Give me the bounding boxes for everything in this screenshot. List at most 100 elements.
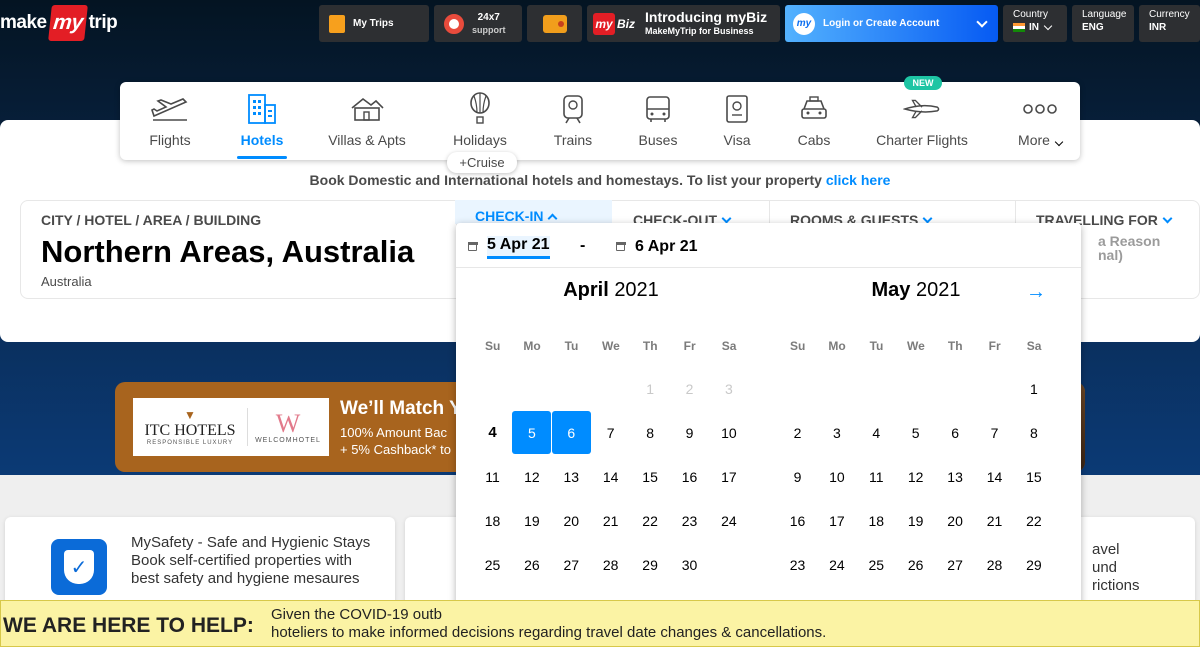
calendar-day[interactable]: 16 <box>670 455 709 498</box>
support-line1: 24x7 <box>477 11 500 23</box>
villa-icon <box>348 92 386 126</box>
calendar-day[interactable]: 14 <box>591 455 630 498</box>
weekday-label: Su <box>485 339 501 353</box>
calendar-day[interactable]: 21 <box>975 499 1014 542</box>
city-field[interactable]: CITY / HOTEL / AREA / BUILDING Northern … <box>21 201 456 298</box>
calendar-day[interactable]: 26 <box>896 543 935 586</box>
calendar-day[interactable]: 19 <box>512 499 551 542</box>
calendar-day[interactable]: 17 <box>817 499 856 542</box>
wallet-button[interactable] <box>527 5 582 42</box>
nav-hotels[interactable]: Hotels <box>237 82 287 160</box>
calendar-day[interactable]: 8 <box>631 411 670 454</box>
calendar-day[interactable]: 28 <box>975 543 1014 586</box>
mybiz-button[interactable]: my Biz Introducing myBiz MakeMyTrip for B… <box>587 5 780 42</box>
checkout-date-value: 6 Apr 21 <box>635 238 698 255</box>
login-button[interactable]: my Login or Create Account <box>785 5 998 42</box>
weekday-label: Mo <box>828 339 846 353</box>
calendar-day[interactable]: 21 <box>591 499 630 542</box>
weekday-label: Mo <box>523 339 541 353</box>
chevron-down-icon <box>1054 137 1064 147</box>
calendar-day[interactable]: 3 <box>817 411 856 454</box>
makemytrip-logo[interactable]: make my trip <box>0 5 118 41</box>
weekday-label: Th <box>947 339 963 353</box>
checkin-date-input[interactable]: 5 Apr 21 <box>467 233 550 261</box>
chevron-down-icon <box>976 15 988 28</box>
calendar-day[interactable]: 11 <box>857 455 896 498</box>
weekday-label: Fr <box>988 339 1001 353</box>
wallet-icon <box>542 14 567 33</box>
calendar-day[interactable]: 12 <box>512 455 551 498</box>
list-property-link[interactable]: click here <box>826 172 891 188</box>
month-may: May 2021 Su Mo Tu We Th Fr Sa 1 2 3 4 5 6 7 8 9 10 11 12 1… <box>778 279 1054 617</box>
my-trips-button[interactable]: My Trips <box>319 5 429 42</box>
nav-buses[interactable]: Buses <box>633 82 683 160</box>
calendar-day[interactable]: 10 <box>817 455 856 498</box>
calendar-day[interactable]: 13 <box>552 455 591 498</box>
date-range-header: 5 Apr 21 - 6 Apr 21 <box>456 223 1081 268</box>
calendar-day[interactable]: 7 <box>591 411 630 454</box>
new-badge: NEW <box>904 76 942 90</box>
calendar-day[interactable]: 27 <box>936 543 975 586</box>
nav-holidays[interactable]: Holidays <box>450 82 510 160</box>
country-selector[interactable]: Country IN <box>1003 5 1067 42</box>
language-selector[interactable]: Language ENG <box>1072 5 1134 42</box>
calendar-day[interactable]: 12 <box>896 455 935 498</box>
calendar-day[interactable]: 15 <box>631 455 670 498</box>
calendar-day[interactable]: 22 <box>1014 499 1053 542</box>
calendar-day[interactable]: 18 <box>857 499 896 542</box>
calendar-day[interactable]: 10 <box>709 411 748 454</box>
calendar-day[interactable]: 9 <box>778 455 817 498</box>
calendar-day[interactable]: 24 <box>817 543 856 586</box>
tagline: Book Domestic and International hotels a… <box>0 172 1200 188</box>
checkout-date-input[interactable]: 6 Apr 21 <box>615 233 698 261</box>
next-month-arrow-icon[interactable]: → <box>1026 281 1046 304</box>
calendar-day[interactable]: 29 <box>631 543 670 586</box>
calendar-day[interactable]: 30 <box>670 543 709 586</box>
calendar-day[interactable]: 7 <box>975 411 1014 454</box>
calendar-day[interactable]: 20 <box>552 499 591 542</box>
nav-cabs[interactable]: Cabs <box>789 82 839 160</box>
calendar-day[interactable]: 13 <box>936 455 975 498</box>
calendar-day[interactable]: 29 <box>1014 543 1053 586</box>
calendar-day[interactable]: 11 <box>473 455 512 498</box>
currency-selector[interactable]: Currency INR <box>1139 5 1200 42</box>
shield-check-icon: ✓ <box>51 539 107 595</box>
calendar-day[interactable]: 22 <box>631 499 670 542</box>
nav-more[interactable]: More <box>1013 82 1067 160</box>
nav-flights[interactable]: Flights <box>145 82 195 160</box>
calendar-day[interactable]: 15 <box>1014 455 1053 498</box>
cruise-tag[interactable]: +Cruise <box>447 152 517 173</box>
calendar-day[interactable]: 23 <box>778 543 817 586</box>
calendar-day[interactable]: 14 <box>975 455 1014 498</box>
calendar-day[interactable]: 23 <box>670 499 709 542</box>
calendar-day[interactable]: 25 <box>857 543 896 586</box>
calendar-day[interactable]: 2 <box>778 411 817 454</box>
calendar-day[interactable]: 4 <box>857 411 896 454</box>
checkin-field[interactable]: CHECK-IN <box>455 200 612 224</box>
calendar-day[interactable]: 16 <box>778 499 817 542</box>
nav-trains[interactable]: Trains <box>548 82 598 160</box>
calendar-day[interactable]: 6 <box>551 411 591 454</box>
calendar-day[interactable]: 9 <box>670 411 709 454</box>
calendar-day[interactable]: 28 <box>591 543 630 586</box>
my-trips-label: My Trips <box>353 18 394 29</box>
calendar-day[interactable]: 25 <box>473 543 512 586</box>
calendar-day[interactable]: 5 <box>512 411 552 454</box>
calendar-day[interactable]: 24 <box>709 499 748 542</box>
calendar-day[interactable]: 8 <box>1014 411 1053 454</box>
support-button[interactable]: 24x7 support <box>434 5 522 42</box>
calendar-day[interactable]: 26 <box>512 543 551 586</box>
calendar-day[interactable]: 20 <box>936 499 975 542</box>
calendar-day[interactable]: 27 <box>552 543 591 586</box>
nav-villas[interactable]: Villas & Apts <box>325 82 409 160</box>
calendar-day[interactable]: 18 <box>473 499 512 542</box>
banner-text: Given the COVID-19 outb hoteliers to mak… <box>271 606 827 641</box>
calendar-day[interactable]: 19 <box>896 499 935 542</box>
calendar-day[interactable]: 6 <box>936 411 975 454</box>
nav-visa[interactable]: Visa <box>712 82 762 160</box>
calendar-day[interactable]: 17 <box>709 455 748 498</box>
calendar-day[interactable]: 1 <box>1014 367 1053 410</box>
calendar-day[interactable]: 4 <box>473 411 512 454</box>
nav-charter-flights[interactable]: Charter Flights <box>872 82 972 160</box>
calendar-day[interactable]: 5 <box>896 411 935 454</box>
